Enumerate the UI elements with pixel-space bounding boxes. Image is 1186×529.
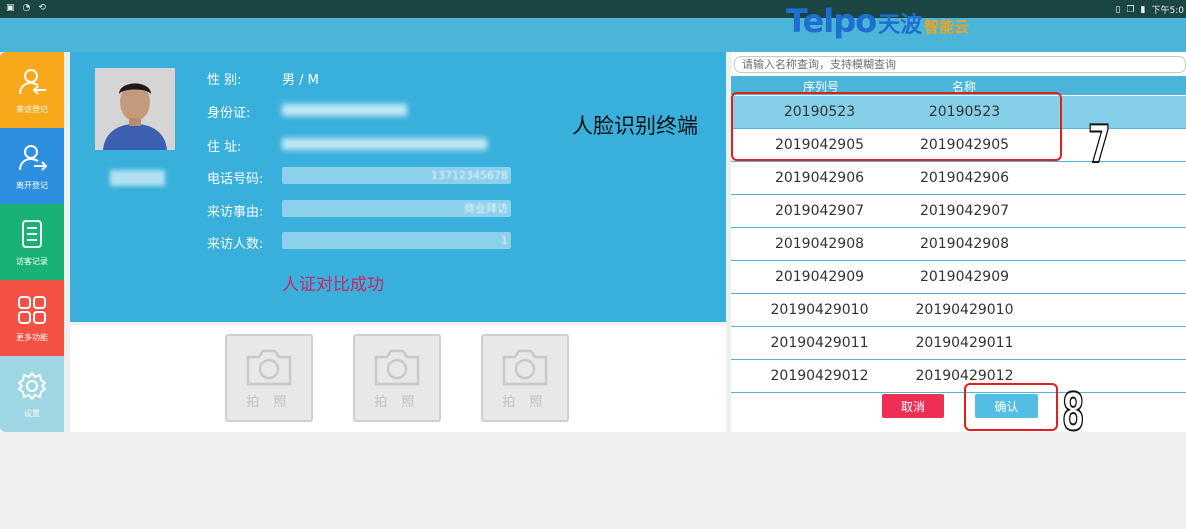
capture-label: 拍 照 (246, 394, 292, 410)
screen-icon: ▣ (6, 3, 15, 13)
sidebar-item-visitor-register[interactable]: 来访登记 (0, 52, 64, 128)
face-compare-result: 人证对比成功 (282, 275, 384, 295)
sidebar-item-label: 来访登记 (16, 104, 48, 114)
device-name: 20190429012 (915, 368, 1014, 384)
logo-en: Telpo (786, 2, 877, 40)
device-row[interactable]: 20190429011 20190429011 (731, 327, 1186, 360)
visitor-name-blurred (110, 170, 165, 186)
signal-icon: ▯ (1115, 4, 1121, 15)
device-serial: 20190429012 (770, 368, 869, 384)
record-icon (22, 219, 42, 248)
phone-label: 电话号码: (207, 172, 264, 187)
device-name: 2019042909 (919, 269, 1010, 285)
camera-icon (502, 349, 548, 385)
device-name: 2019042906 (919, 170, 1010, 186)
device-serial: 2019042909 (774, 269, 865, 285)
gender-label: 性 别: (207, 73, 242, 88)
reason-value: 商业拜访 (464, 202, 508, 215)
callout-box-step-8 (964, 383, 1058, 431)
device-row[interactable]: 20190429012 20190429012 (731, 360, 1186, 393)
brand-logo: Telpo 天波 智能云 (786, 2, 970, 40)
status-bar: ▣ ◔ ⟲ ▯ ❐ ▮ 下午5:0 (0, 0, 1186, 18)
status-time: 下午5:0 (1151, 6, 1185, 16)
visitor-count-label: 来访人数: (207, 237, 264, 252)
visitor-leave-icon (19, 144, 48, 171)
device-name: 20190429011 (915, 335, 1014, 351)
app-header (0, 18, 1186, 52)
logo-sub: 智能云 (924, 18, 970, 36)
device-row[interactable]: 2019042907 2019042907 (731, 195, 1186, 228)
sidebar: 来访登记 离开登记 访客记录 更多功能 设置 (0, 52, 64, 432)
device-serial: 2019042908 (774, 236, 865, 252)
sidebar-item-visitor-leave[interactable]: 离开登记 (0, 128, 64, 204)
sidebar-item-visitor-records[interactable]: 访客记录 (0, 204, 64, 280)
device-row[interactable]: 2019042906 2019042906 (731, 162, 1186, 195)
capture-photo-button-2[interactable]: 拍 照 (353, 334, 441, 422)
window-icon: ❐ (1126, 4, 1135, 15)
reason-label: 来访事由: (207, 205, 264, 220)
visitor-info-panel: 性 别: 男 / M 身份证: 住 址: 电话号码: 13712345678 来… (70, 52, 726, 322)
device-search-input[interactable] (734, 56, 1186, 73)
callout-box-step-7 (731, 92, 1062, 161)
sidebar-item-label: 设置 (24, 408, 40, 418)
id-number-label: 身份证: (207, 106, 251, 121)
grid-icon (18, 295, 46, 324)
sync-icon: ⟲ (38, 3, 46, 13)
device-name: 2019042907 (919, 203, 1010, 219)
capture-label: 拍 照 (502, 394, 548, 410)
device-serial: 2019042907 (774, 203, 865, 219)
phone-value: 13712345678 (431, 169, 508, 182)
visitor-count-value: 1 (501, 234, 508, 247)
sidebar-item-more-functions[interactable]: 更多功能 (0, 280, 64, 356)
capture-label: 拍 照 (374, 394, 420, 410)
reason-field[interactable]: 商业拜访 (282, 200, 511, 217)
visitor-register-icon (19, 68, 46, 95)
gear-icon (18, 371, 46, 400)
capture-photo-button-3[interactable]: 拍 照 (481, 334, 569, 422)
visitor-id-photo (95, 68, 175, 150)
callout-label: 人脸识别终端 (572, 114, 698, 138)
device-row[interactable]: 20190429010 20190429010 (731, 294, 1186, 327)
phone-field[interactable]: 13712345678 (282, 167, 511, 184)
wifi-icon: ◔ (22, 3, 31, 13)
callout-number-7: 7 (1087, 114, 1111, 176)
visitor-count-field[interactable]: 1 (282, 232, 511, 249)
device-row[interactable]: 2019042909 2019042909 (731, 261, 1186, 294)
device-row[interactable]: 2019042908 2019042908 (731, 228, 1186, 261)
device-name: 2019042908 (919, 236, 1010, 252)
camera-icon (374, 349, 420, 385)
sidebar-item-label: 离开登记 (16, 180, 48, 190)
id-number-blurred (282, 104, 407, 116)
sidebar-item-label: 访客记录 (16, 256, 48, 266)
gender-value: 男 / M (282, 73, 319, 88)
device-serial: 20190429010 (770, 302, 869, 318)
cancel-button[interactable]: 取消 (882, 394, 944, 418)
camera-icon (246, 349, 292, 385)
device-name: 20190429010 (915, 302, 1014, 318)
photo-capture-area: 拍 照 拍 照 拍 照 (70, 325, 726, 432)
address-blurred (282, 138, 487, 150)
sidebar-item-label: 更多功能 (16, 332, 48, 342)
device-serial: 2019042906 (774, 170, 865, 186)
device-serial: 20190429011 (770, 335, 869, 351)
logo-cn: 天波 (878, 13, 923, 38)
battery-icon: ▮ (1140, 4, 1146, 15)
callout-number-8: 8 (1061, 382, 1085, 444)
address-label: 住 址: (207, 140, 242, 155)
sidebar-item-settings[interactable]: 设置 (0, 356, 64, 432)
capture-photo-button-1[interactable]: 拍 照 (225, 334, 313, 422)
